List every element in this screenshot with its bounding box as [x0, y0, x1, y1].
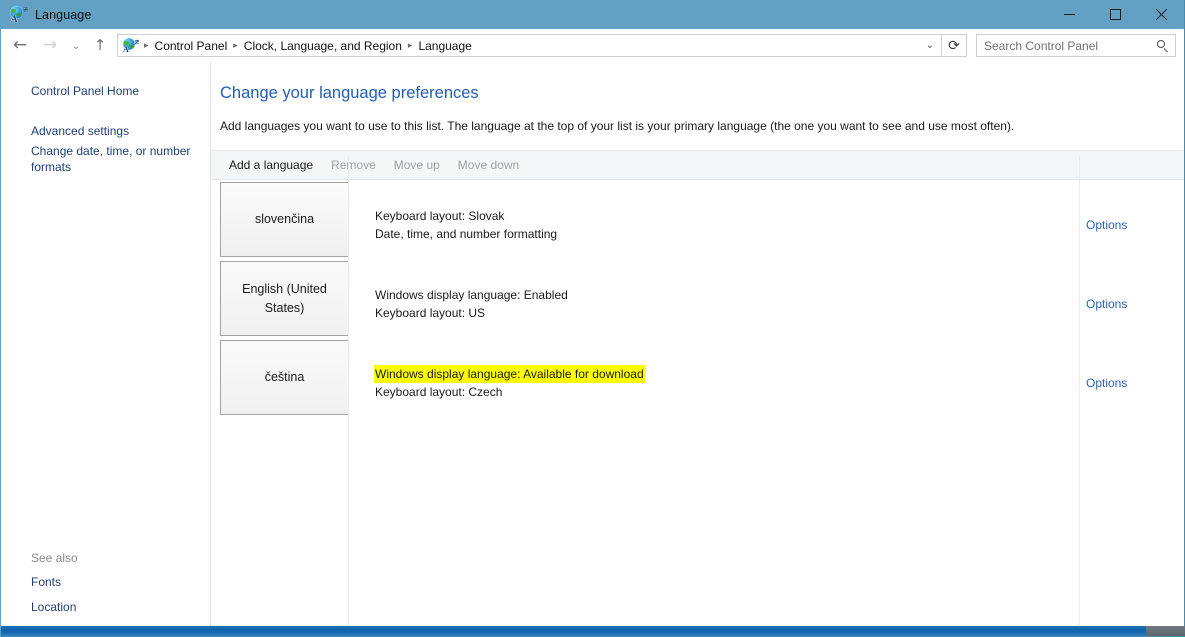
- language-detail-line: Windows display language: Enabled: [375, 288, 568, 302]
- forward-arrow-icon[interactable]: →: [35, 31, 65, 61]
- maximize-button[interactable]: [1092, 0, 1138, 29]
- breadcrumb-item-clock-language-region[interactable]: Clock, Language, and Region: [241, 39, 405, 53]
- command-toolbar: Add a language Remove Move up Move down: [211, 150, 1184, 180]
- language-detail-line: Keyboard layout: Slovak: [375, 209, 505, 223]
- language-details: Windows display language: Enabled Keyboa…: [349, 259, 1077, 338]
- recent-locations-chevron-down-icon[interactable]: ⌄: [65, 31, 87, 61]
- up-arrow-icon[interactable]: ↑: [87, 31, 113, 61]
- language-detail-line-highlighted: Windows display language: Available for …: [375, 366, 644, 382]
- minimize-button[interactable]: [1046, 0, 1092, 29]
- language-details: Windows display language: Available for …: [349, 338, 1077, 417]
- see-also-label: See also: [31, 551, 78, 565]
- breadcrumb-item-language[interactable]: Language: [415, 39, 474, 53]
- language-options-cell: Options: [1077, 259, 1184, 338]
- sidebar-item-change-date-time-number-formats[interactable]: Change date, time, or number formats: [1, 141, 201, 177]
- language-tile-english-united-states[interactable]: English (United States): [220, 261, 349, 336]
- language-options-cell: Options: [1077, 180, 1184, 259]
- see-also-section: See also Fonts Location: [1, 547, 210, 620]
- language-details: Keyboard layout: Slovak Date, time, and …: [349, 180, 1077, 259]
- breadcrumb-separator: ▸: [144, 40, 149, 51]
- language-detail-line: Date, time, and number formatting: [375, 227, 558, 241]
- sidebar: Control Panel Home Advanced settings Cha…: [1, 62, 211, 636]
- control-panel-window: A ≇ Language ← → ⌄ ↑ A ≇ ▸ Control Panel…: [0, 0, 1185, 637]
- language-tile-slovencina[interactable]: slovenčina: [220, 182, 349, 257]
- language-list: slovenčina Keyboard layout: Slovak Date,…: [211, 180, 1184, 417]
- options-link[interactable]: Options: [1086, 218, 1127, 232]
- page-description: Add languages you want to use to this li…: [220, 119, 1015, 133]
- breadcrumb-bar[interactable]: A ≇ ▸ Control Panel ▸ Clock, Language, a…: [117, 34, 942, 57]
- sidebar-item-advanced-settings[interactable]: Advanced settings: [1, 121, 201, 141]
- options-link[interactable]: Options: [1086, 376, 1127, 390]
- language-detail-line: Keyboard layout: Czech: [375, 385, 503, 399]
- sidebar-item-location[interactable]: Location: [1, 595, 201, 620]
- breadcrumb: A ≇ ▸ Control Panel ▸ Clock, Language, a…: [118, 35, 919, 56]
- minimize-icon: [1063, 14, 1075, 15]
- main-content: Change your language preferences Add lan…: [211, 62, 1184, 636]
- move-down-button[interactable]: Move down: [449, 153, 528, 177]
- sidebar-item-fonts[interactable]: Fonts: [1, 570, 201, 595]
- breadcrumb-separator: ▸: [233, 40, 238, 51]
- close-icon: [1155, 8, 1168, 21]
- breadcrumb-language-globe-icon: A ≇: [123, 38, 140, 54]
- language-tile-cestina[interactable]: čeština: [220, 340, 349, 415]
- title-bar: A ≇ Language: [1, 0, 1184, 29]
- list-item[interactable]: slovenčina Keyboard layout: Slovak Date,…: [211, 180, 1184, 259]
- breadcrumb-item-control-panel[interactable]: Control Panel: [152, 39, 231, 53]
- window-controls: [1046, 0, 1184, 29]
- window-body: Control Panel Home Advanced settings Cha…: [1, 62, 1184, 636]
- language-globe-icon: A ≇: [10, 5, 29, 24]
- address-bar: ← → ⌄ ↑ A ≇ ▸ Control Panel ▸ Clock, Lan…: [1, 29, 1184, 62]
- page-title: Change your language preferences: [220, 84, 479, 102]
- options-link[interactable]: Options: [1086, 297, 1127, 311]
- refresh-button[interactable]: ⟳: [942, 34, 967, 57]
- maximize-icon: [1109, 9, 1121, 20]
- window-title: Language: [35, 7, 92, 22]
- breadcrumb-separator: ▸: [407, 40, 413, 51]
- bottom-strip-segment: [1146, 626, 1185, 636]
- language-detail-line: Keyboard layout: US: [375, 306, 486, 320]
- language-options-cell: Options: [1077, 338, 1184, 417]
- close-button[interactable]: [1138, 0, 1184, 29]
- guide-line: [348, 156, 349, 626]
- search-input[interactable]: [984, 38, 1156, 53]
- list-item[interactable]: čeština Windows display language: Availa…: [211, 338, 1184, 417]
- bottom-strip: [1, 626, 1185, 636]
- search-icon: [1156, 39, 1170, 53]
- sidebar-item-control-panel-home[interactable]: Control Panel Home: [1, 81, 201, 101]
- back-arrow-icon[interactable]: ←: [5, 31, 35, 61]
- guide-line: [1079, 156, 1080, 626]
- refresh-icon: ⟳: [948, 37, 960, 54]
- remove-button[interactable]: Remove: [322, 153, 385, 177]
- move-up-button[interactable]: Move up: [385, 153, 449, 177]
- breadcrumb-chevron-down-icon[interactable]: ⌄: [919, 35, 941, 56]
- list-item[interactable]: English (United States) Windows display …: [211, 259, 1184, 338]
- search-box[interactable]: [976, 34, 1176, 57]
- add-a-language-button[interactable]: Add a language: [220, 153, 322, 177]
